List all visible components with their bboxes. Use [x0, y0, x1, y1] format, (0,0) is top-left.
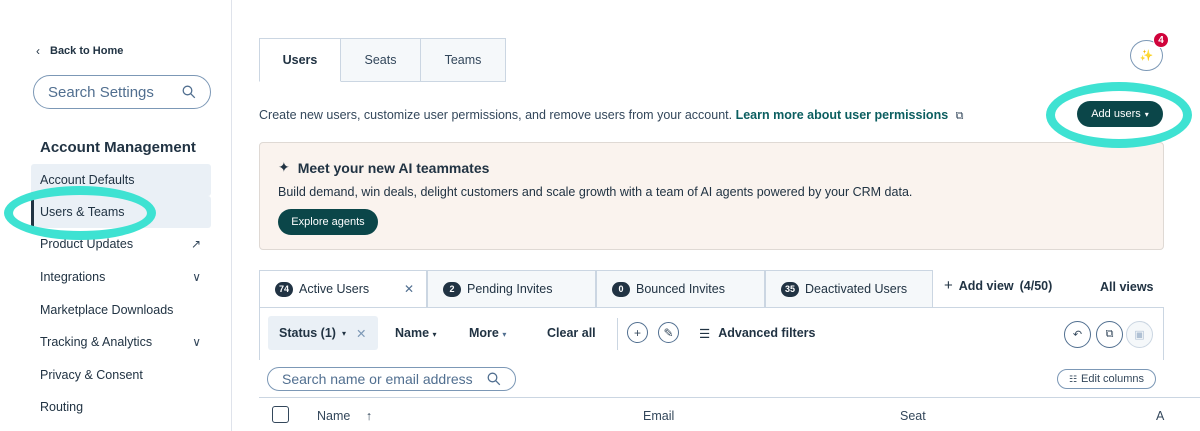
tab-seats[interactable]: Seats — [341, 38, 421, 82]
close-icon[interactable]: ✕ — [356, 326, 366, 341]
add-users-label: Add users — [1091, 108, 1141, 120]
section-title-account-management: Account Management — [40, 139, 196, 156]
close-icon[interactable]: ✕ — [404, 282, 414, 296]
columns-icon: ☷ — [1068, 373, 1078, 384]
column-header-seat[interactable]: Seat — [900, 409, 926, 423]
sidebar-item-routing[interactable]: Routing — [31, 391, 211, 423]
banner-title: ✦ Meet your new AI teammates — [278, 159, 489, 176]
add-view-count: (4/50) — [1019, 279, 1053, 293]
sidebar-item-users-teams[interactable]: Users & Teams — [31, 196, 211, 228]
name-filter-label: Name — [395, 326, 430, 340]
tab-users[interactable]: Users — [259, 38, 341, 82]
plus-icon: + — [944, 277, 953, 294]
caret-down-icon: ▾ — [341, 328, 346, 338]
more-filter-button[interactable]: More ▾ — [469, 326, 506, 340]
banner-title-text: Meet your new AI teammates — [297, 159, 490, 176]
save-view-icon[interactable]: ▣ — [1126, 321, 1153, 348]
view-tab-label: Active Users — [299, 282, 370, 296]
sparkle-icon: ✦ — [278, 159, 290, 175]
clear-all-button[interactable]: Clear all — [547, 326, 596, 340]
sort-ascending-icon: ↑ — [365, 409, 373, 423]
view-tab-pending-invites[interactable]: 2 Pending Invites — [427, 270, 596, 307]
external-link-icon: ⧉ — [955, 110, 964, 122]
sparkle-icon: ✨ — [1139, 50, 1154, 62]
sidebar-item-label: Account Defaults — [40, 173, 135, 187]
more-filter-label: More — [469, 326, 499, 340]
divider — [617, 318, 618, 350]
edit-pencil-icon[interactable]: ✎ — [658, 322, 679, 343]
duplicate-view-icon[interactable]: ⧉ — [1096, 321, 1123, 348]
caret-down-icon: ▾ — [432, 330, 437, 339]
sidebar-item-label: Routing — [40, 400, 84, 414]
column-header-truncated[interactable]: A — [1156, 409, 1164, 423]
view-tab-label: Bounced Invites — [636, 282, 725, 296]
filter-bar: Status (1) ▾ ✕ Name ▾ More ▾ Clear all +… — [259, 307, 1164, 360]
page-description: Create new users, customize user permiss… — [259, 108, 964, 123]
caret-down-icon: ▾ — [502, 330, 507, 339]
view-tab-label: Deactivated Users — [805, 282, 908, 296]
user-permissions-link[interactable]: Learn more about user permissions — [736, 108, 949, 122]
settings-tabs: Users Seats Teams — [259, 38, 506, 82]
back-to-home-label: Back to Home — [50, 45, 124, 57]
filter-lines-icon: ☰ — [699, 327, 711, 341]
banner-text: Build demand, win deals, delight custome… — [278, 185, 913, 199]
add-view-label: Add view — [958, 279, 1014, 293]
add-view-button[interactable]: + Add view (4/50) — [944, 277, 1053, 294]
table-search-input[interactable]: Search name or email address — [267, 367, 516, 391]
sidebar-item-label: Marketplace Downloads — [40, 303, 174, 317]
search-icon — [487, 372, 500, 386]
view-count-badge: 2 — [443, 281, 461, 297]
all-views-link[interactable]: All views — [1100, 280, 1154, 294]
chevron-down-icon: ∨ — [192, 335, 201, 349]
settings-sidebar: ‹ Back to Home Search Settings Account M… — [0, 0, 232, 431]
status-filter-chip[interactable]: Status (1) ▾ ✕ — [268, 316, 378, 350]
view-count-badge: 0 — [612, 281, 630, 297]
caret-down-icon: ▾ — [1144, 109, 1149, 119]
sidebar-item-integrations[interactable]: Integrations ∨ — [31, 261, 211, 293]
view-count-badge: 35 — [781, 281, 800, 297]
table-header: Name ↑ Email Seat A — [259, 397, 1200, 431]
tab-teams[interactable]: Teams — [421, 38, 506, 82]
sidebar-item-label: Users & Teams — [40, 205, 125, 219]
sidebar-item-label: Privacy & Consent — [40, 368, 143, 382]
column-header-name[interactable]: Name ↑ — [317, 409, 372, 423]
notification-count-badge: 4 — [1153, 32, 1169, 48]
description-text: Create new users, customize user permiss… — [259, 108, 733, 122]
column-header-label: Name — [317, 409, 351, 423]
view-tab-deactivated-users[interactable]: 35 Deactivated Users — [765, 270, 933, 307]
view-tab-active-users[interactable]: 74 Active Users ✕ — [259, 270, 427, 307]
view-tab-bounced-invites[interactable]: 0 Bounced Invites — [596, 270, 765, 307]
sidebar-item-account-defaults[interactable]: Account Defaults — [31, 164, 211, 196]
explore-agents-button[interactable]: Explore agents — [278, 209, 378, 235]
column-header-email[interactable]: Email — [643, 409, 674, 423]
add-filter-plus-icon[interactable]: + — [627, 322, 648, 343]
advanced-filters-label: Advanced filters — [718, 326, 816, 340]
settings-search-input[interactable]: Search Settings — [33, 75, 211, 109]
back-to-home-link[interactable]: ‹ Back to Home — [36, 44, 123, 58]
ai-teammates-banner: ✦ Meet your new AI teammates Build deman… — [259, 142, 1164, 250]
add-users-button[interactable]: Add users ▾ — [1077, 101, 1163, 127]
edit-columns-label: Edit columns — [1081, 373, 1145, 385]
sidebar-item-marketplace-downloads[interactable]: Marketplace Downloads — [31, 294, 211, 326]
sidebar-item-label: Product Updates — [40, 237, 134, 251]
status-filter-label: Status (1) — [279, 326, 336, 340]
search-icon — [182, 85, 196, 99]
advanced-filters-button[interactable]: ☰ Advanced filters — [699, 326, 815, 341]
sidebar-item-privacy-consent[interactable]: Privacy & Consent — [31, 359, 211, 391]
sidebar-item-product-updates[interactable]: Product Updates ↗ — [31, 228, 211, 260]
name-filter-button[interactable]: Name ▾ — [395, 326, 437, 340]
reset-view-icon[interactable]: ↶ — [1064, 321, 1091, 348]
settings-search-placeholder: Search Settings — [48, 83, 154, 101]
view-tab-label: Pending Invites — [467, 282, 553, 296]
edit-columns-button[interactable]: ☷ Edit columns — [1057, 369, 1156, 389]
table-search-placeholder: Search name or email address — [282, 371, 473, 387]
sidebar-item-tracking-analytics[interactable]: Tracking & Analytics ∨ — [31, 326, 211, 358]
view-count-badge: 74 — [275, 281, 294, 297]
sidebar-item-label: Integrations — [40, 270, 106, 284]
select-all-checkbox[interactable] — [272, 406, 289, 423]
external-link-icon: ↗ — [190, 237, 201, 251]
sidebar-item-label: Tracking & Analytics — [40, 335, 153, 349]
chevron-down-icon: ∨ — [192, 270, 201, 284]
chevron-left-icon: ‹ — [36, 44, 40, 58]
